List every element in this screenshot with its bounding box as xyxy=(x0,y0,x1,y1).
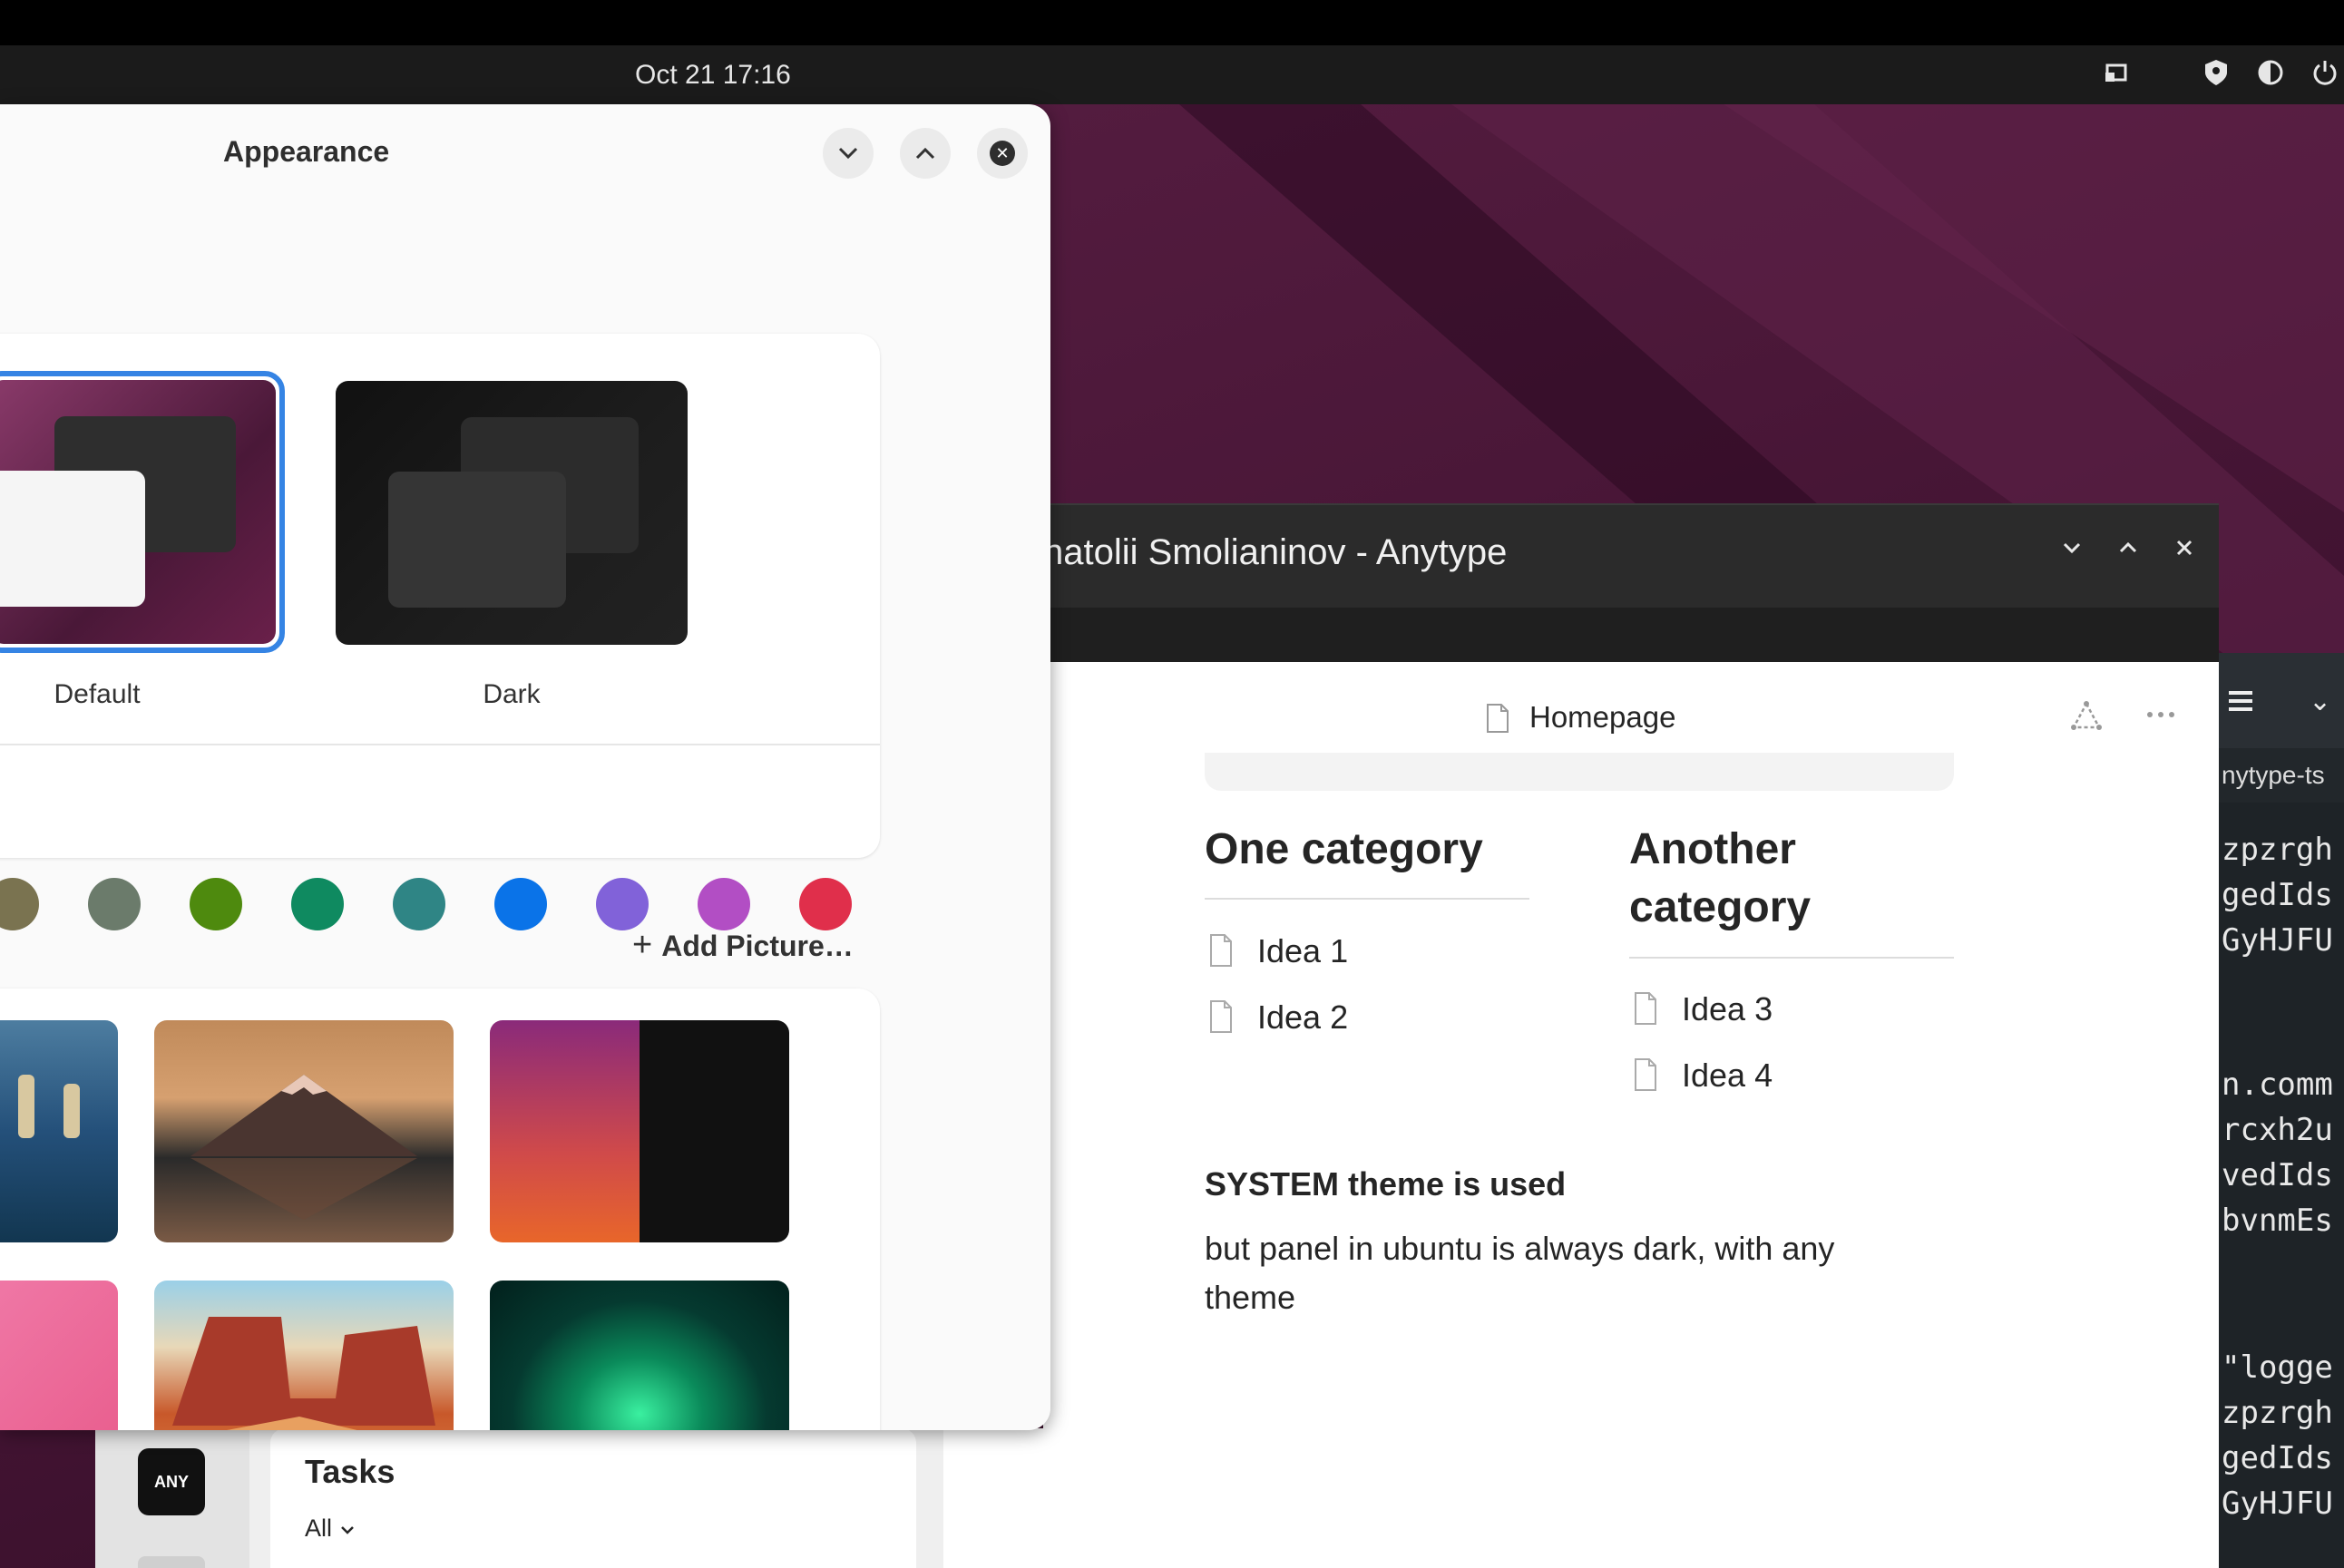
tasks-widget-title[interactable]: Tasks xyxy=(305,1453,395,1491)
divider xyxy=(1629,957,1954,959)
category-title[interactable]: One category xyxy=(1205,821,1549,879)
maximize-button[interactable] xyxy=(900,128,951,179)
appearance-settings-window: Appearance ✕ Default Dark + Add Picture… xyxy=(0,104,1050,1430)
anytype-logo[interactable]: ANY xyxy=(138,1448,205,1515)
document-icon xyxy=(1635,1058,1656,1091)
terminal-line: gedIds xyxy=(2222,877,2333,913)
system-theme-text[interactable]: but panel in ubuntu is always dark, with… xyxy=(1205,1224,1894,1322)
idea-link[interactable]: Idea 3 xyxy=(1682,990,1773,1028)
screen-share-icon[interactable] xyxy=(2100,58,2133,91)
accent-color-swatch[interactable] xyxy=(698,878,750,930)
chevron-down-icon xyxy=(340,1526,354,1534)
anytype-titlebar[interactable]: natolii Smolianinov - Anytype xyxy=(1043,503,2219,608)
wallpaper-mount-fuji[interactable] xyxy=(154,1020,454,1242)
volume-icon[interactable] xyxy=(2254,58,2287,91)
shield-icon[interactable] xyxy=(2200,58,2232,91)
terminal-line: zpzrgh xyxy=(2222,1395,2333,1431)
idea-link[interactable]: Idea 2 xyxy=(1257,998,1348,1037)
divider xyxy=(1205,898,1529,900)
style-label-default[interactable]: Default xyxy=(0,679,194,710)
wallpaper-ubuntu-cat-split[interactable] xyxy=(490,1020,789,1242)
idea-link[interactable]: Idea 4 xyxy=(1682,1057,1773,1095)
divider xyxy=(0,744,880,745)
space-icon[interactable] xyxy=(138,1556,205,1568)
wallpaper-pink-sparkle[interactable] xyxy=(0,1281,118,1430)
plus-icon: + xyxy=(632,926,653,964)
tasks-widget[interactable] xyxy=(270,1428,916,1568)
window-title: natolii Smolianinov - Anytype xyxy=(1043,532,1508,572)
accent-color-swatch[interactable] xyxy=(494,878,547,930)
anytype-subbar xyxy=(1043,608,2219,662)
wallpaper-aurora[interactable] xyxy=(490,1281,789,1430)
accent-color-swatch[interactable] xyxy=(88,878,141,930)
chevron-up-icon xyxy=(915,147,935,160)
power-icon[interactable] xyxy=(2309,58,2341,91)
filter-label: All xyxy=(305,1514,333,1542)
idea-link[interactable]: Idea 1 xyxy=(1257,932,1348,970)
terminal-line: rcxh2u xyxy=(2222,1112,2333,1148)
minimize-button[interactable] xyxy=(823,128,874,179)
wallpaper-shore-birds[interactable] xyxy=(0,1020,118,1242)
anytype-main-area xyxy=(943,1428,1043,1568)
style-option-default[interactable] xyxy=(0,371,285,653)
terminal-header: ⌄ xyxy=(2218,653,2344,748)
graph-icon[interactable] xyxy=(2068,698,2105,744)
terminal-line: zpzrgh xyxy=(2222,832,2333,868)
anytype-window: natolii Smolianinov - Anytype Homepage O… xyxy=(1043,503,2219,1568)
block-placeholder xyxy=(1205,753,1954,791)
tasks-filter-dropdown[interactable]: All xyxy=(305,1514,356,1543)
wallpaper-desert-mesa[interactable] xyxy=(154,1281,454,1430)
document-icon xyxy=(1210,1000,1232,1033)
add-picture-label: Add Picture… xyxy=(661,930,854,962)
accent-color-swatch[interactable] xyxy=(596,878,649,930)
accent-color-swatch[interactable] xyxy=(799,878,852,930)
chevron-down-icon xyxy=(838,147,858,160)
top-bar: Oct 21 17:16 xyxy=(0,45,2344,104)
accent-color-swatch[interactable] xyxy=(291,878,344,930)
document-icon xyxy=(1210,934,1232,967)
default-preview xyxy=(0,380,276,644)
hamburger-menu-icon[interactable] xyxy=(2227,687,2263,715)
maximize-icon[interactable] xyxy=(2110,532,2146,569)
terminal-line: "logge xyxy=(2222,1349,2333,1386)
terminal-line: gedIds xyxy=(2222,1440,2333,1476)
terminal-line: vedIds xyxy=(2222,1157,2333,1193)
accent-color-swatch[interactable] xyxy=(393,878,445,930)
accent-color-swatch[interactable] xyxy=(0,878,39,930)
system-theme-heading[interactable]: SYSTEM theme is used xyxy=(1205,1165,1566,1203)
terminal-tab[interactable]: nytype-ts xyxy=(2218,748,2344,803)
more-options-icon[interactable] xyxy=(2143,696,2179,742)
add-picture-button[interactable]: + Add Picture… xyxy=(632,926,854,965)
terminal-line: GyHJFU xyxy=(2222,922,2333,959)
close-icon: ✕ xyxy=(990,141,1015,166)
accent-color-swatch[interactable] xyxy=(190,878,242,930)
style-label-dark[interactable]: Dark xyxy=(336,679,688,710)
close-button[interactable]: ✕ xyxy=(977,128,1028,179)
minimize-icon[interactable] xyxy=(2054,532,2090,569)
anytype-page: Homepage One category Idea 1 Idea 2 Anot… xyxy=(1043,662,2219,1568)
terminal-line: n.comm xyxy=(2222,1066,2333,1103)
terminal-window[interactable]: ⌄ nytype-ts zpzrgh gedIds GyHJFU n.comm … xyxy=(2218,653,2344,1568)
window-title: Appearance xyxy=(223,135,390,168)
style-option-dark[interactable] xyxy=(336,381,688,645)
category-title[interactable]: Another category xyxy=(1629,821,1974,937)
chevron-down-icon[interactable]: ⌄ xyxy=(2309,686,2331,717)
document-icon xyxy=(1635,992,1656,1025)
page-icon xyxy=(1487,704,1509,733)
terminal-line: GyHJFU xyxy=(2222,1485,2333,1522)
clock[interactable]: Oct 21 17:16 xyxy=(635,45,791,104)
terminal-line: bvnmEs xyxy=(2222,1203,2333,1239)
page-header-title[interactable]: Homepage xyxy=(1529,700,1675,735)
close-icon[interactable] xyxy=(2166,532,2202,569)
